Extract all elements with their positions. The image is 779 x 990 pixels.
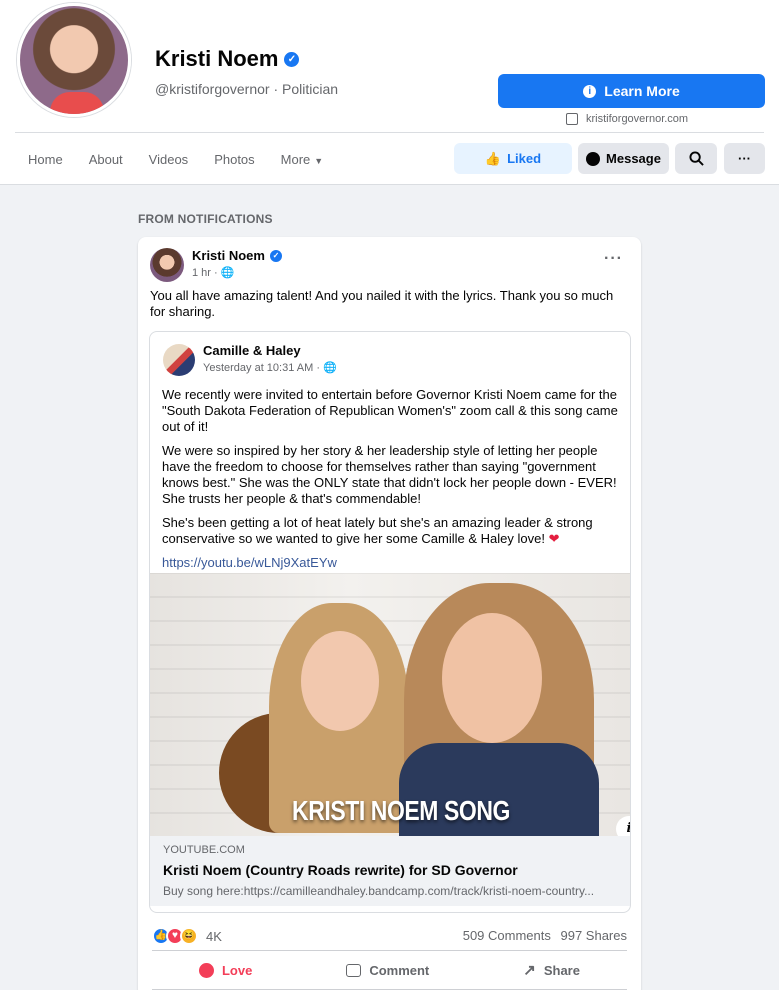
link-title: Kristi Noem (Country Roads rewrite) for … xyxy=(163,862,518,878)
shared-time-text: Yesterday at 10:31 AM · xyxy=(203,362,324,374)
share-button[interactable]: ↗ Share xyxy=(523,961,580,979)
website-text: kristiforgovernor.com xyxy=(586,113,689,125)
learn-more-button[interactable]: i Learn More xyxy=(498,74,765,108)
link-preview[interactable]: YOUTUBE.COM Kristi Noem (Country Roads r… xyxy=(150,836,630,906)
post-actions: Love Comment ↗ Share xyxy=(152,955,627,985)
header-divider xyxy=(15,132,764,133)
globe-icon: 🌐 xyxy=(323,362,337,374)
verified-badge-icon: ✓ xyxy=(284,51,300,67)
actions-divider xyxy=(152,950,627,951)
profile-avatar[interactable] xyxy=(17,3,131,117)
tab-more[interactable]: More ▼ xyxy=(268,152,337,167)
tab-more-label: More xyxy=(280,151,311,167)
tab-photos[interactable]: Photos xyxy=(201,152,267,167)
post-author-name: Kristi Noem xyxy=(192,248,265,263)
tab-videos[interactable]: Videos xyxy=(136,152,202,167)
shared-author-name[interactable]: Camille & Haley xyxy=(203,343,301,358)
thumbs-up-icon: 👍 xyxy=(484,150,502,166)
comments-count[interactable]: 509 Comments xyxy=(463,928,551,943)
comment-button[interactable]: Comment xyxy=(346,963,429,978)
reaction-count: 4K xyxy=(206,928,222,944)
search-button[interactable] xyxy=(675,143,717,174)
post-time-text: 1 hr · xyxy=(192,267,221,279)
engagement-counts: 509 Comments 997 Shares xyxy=(457,928,627,943)
post-author-avatar[interactable] xyxy=(150,248,184,282)
shared-author-avatar[interactable] xyxy=(163,344,195,376)
tab-home[interactable]: Home xyxy=(15,152,76,167)
comment-icon xyxy=(346,963,362,977)
shared-timestamp[interactable]: Yesterday at 10:31 AM · 🌐 xyxy=(203,361,337,374)
share-icon: ↗ xyxy=(523,962,536,979)
comment-label: Comment xyxy=(369,962,430,978)
shared-paragraph: We were so inspired by her story & her l… xyxy=(162,443,617,506)
message-button[interactable]: Message xyxy=(578,143,669,174)
video-thumbnail[interactable]: KRISTI NOEM SONG i xyxy=(150,573,630,836)
page-handle-category: @kristiforgovernor · Politician xyxy=(155,81,339,97)
reaction-summary[interactable]: 👍 ♥ 😆 4K xyxy=(152,927,222,945)
page-header: Kristi Noem ✓ @kristiforgovernor · Polit… xyxy=(0,0,779,185)
website-link[interactable]: kristiforgovernor.com xyxy=(566,113,688,125)
learn-more-label: Learn More xyxy=(604,83,680,99)
shared-paragraph-text: She's been getting a lot of heat lately … xyxy=(162,515,593,546)
love-button[interactable]: Love xyxy=(198,962,253,978)
info-icon: i xyxy=(583,84,597,98)
section-label: FROM NOTIFICATIONS xyxy=(138,212,273,226)
liked-label: Liked xyxy=(507,151,542,166)
post-timestamp[interactable]: 1 hr · 🌐 xyxy=(192,266,234,279)
verified-badge-icon: ✓ xyxy=(269,249,282,262)
external-link-icon xyxy=(566,113,578,125)
link-domain: YOUTUBE.COM xyxy=(163,844,245,856)
caret-down-icon: ▼ xyxy=(314,155,324,166)
haha-reaction-icon: 😆 xyxy=(180,927,198,945)
share-label: Share xyxy=(543,962,580,978)
heart-icon: ❤ xyxy=(548,531,560,546)
page-title: Kristi Noem ✓ xyxy=(155,46,300,72)
shared-post: Camille & Haley Yesterday at 10:31 AM · … xyxy=(149,331,631,913)
post-options-button[interactable]: ··· xyxy=(604,251,623,267)
post-text: You all have amazing talent! And you nai… xyxy=(150,288,614,319)
more-options-button[interactable]: ··· xyxy=(724,143,765,174)
page-name-text: Kristi Noem xyxy=(155,46,279,71)
love-icon xyxy=(198,962,214,978)
liked-button[interactable]: 👍 Liked xyxy=(454,143,572,174)
shared-paragraph: We recently were invited to entertain be… xyxy=(162,387,618,434)
post-card: Kristi Noem ✓ 1 hr · 🌐 ··· You all have … xyxy=(138,237,641,990)
tab-about[interactable]: About xyxy=(76,152,136,167)
shared-text: We recently were invited to entertain be… xyxy=(162,387,620,579)
link-description: Buy song here:https://camilleandhaley.ba… xyxy=(163,884,595,898)
love-label: Love xyxy=(221,962,253,978)
video-title-overlay: KRISTI NOEM SONG xyxy=(292,795,510,826)
search-icon xyxy=(688,151,704,166)
message-label: Message xyxy=(606,151,661,166)
messenger-icon xyxy=(586,151,601,166)
more-dots-icon: ··· xyxy=(738,151,751,166)
shared-youtube-link[interactable]: https://youtu.be/wLNj9XatEYw xyxy=(162,555,620,571)
shares-count[interactable]: 997 Shares xyxy=(561,928,628,943)
shared-paragraph: She's been getting a lot of heat lately … xyxy=(162,515,620,547)
post-author[interactable]: Kristi Noem ✓ xyxy=(192,248,282,263)
page-tabs: Home About Videos Photos More ▼ xyxy=(15,145,336,173)
globe-icon: 🌐 xyxy=(220,267,235,279)
